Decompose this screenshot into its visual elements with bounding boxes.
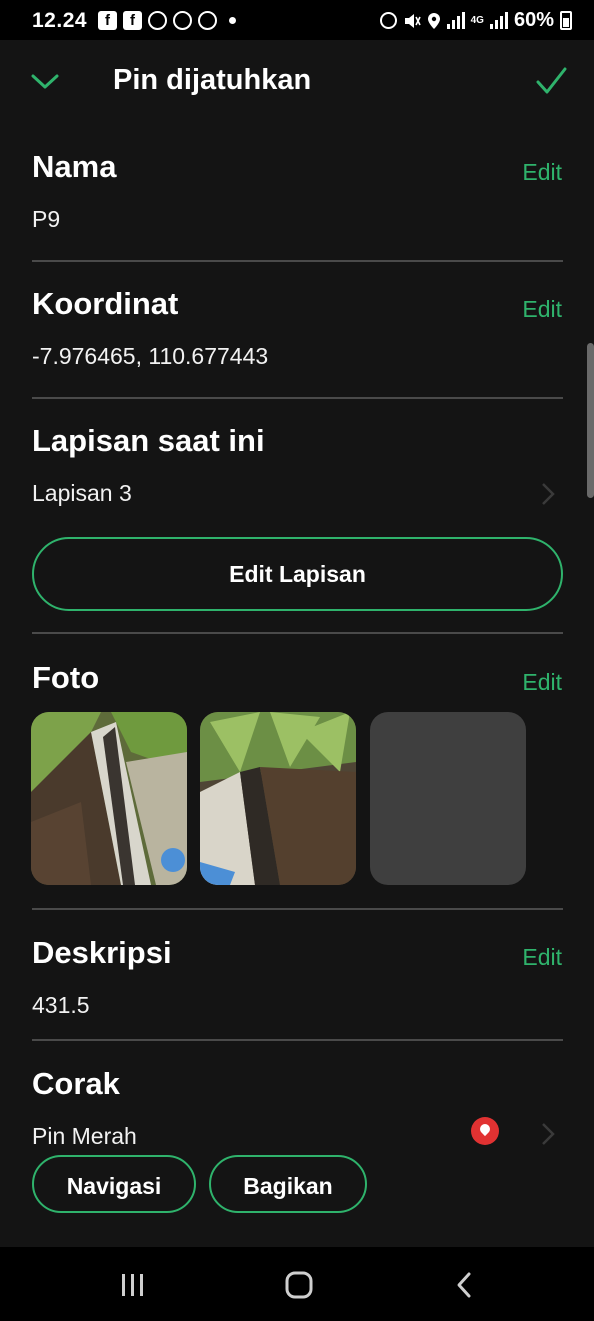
- name-edit-button[interactable]: Edit: [522, 159, 562, 186]
- signal-icon: [489, 12, 508, 29]
- photo-thumbnail[interactable]: [31, 712, 187, 885]
- chevron-down-icon[interactable]: [30, 66, 60, 96]
- back-icon[interactable]: [446, 1271, 482, 1299]
- facebook-icon: f: [98, 11, 117, 30]
- status-bar: 12.24 f f 4G 60%: [0, 0, 594, 40]
- location-icon: [427, 12, 440, 29]
- photo-image: [31, 712, 187, 885]
- coordinate-value: -7.976465, 110.677443: [32, 343, 269, 369]
- edit-layer-button[interactable]: Edit Lapisan: [32, 537, 563, 611]
- signal-icon: [446, 12, 465, 29]
- header: Pin dijatuhkan: [0, 40, 594, 126]
- navigate-button[interactable]: Navigasi: [32, 1155, 196, 1213]
- signal-4g-label: 4G: [470, 15, 484, 26]
- battery-icon: [560, 11, 572, 30]
- check-icon[interactable]: [534, 64, 568, 98]
- add-photo-slot[interactable]: [370, 712, 526, 885]
- coordinate-edit-button[interactable]: Edit: [522, 296, 562, 323]
- battery-percent: 60%: [513, 9, 554, 31]
- dot-icon: [229, 17, 236, 24]
- layer-value[interactable]: Lapisan 3: [32, 480, 132, 507]
- divider: [32, 632, 563, 634]
- screen: 12.24 f f 4G 60% Pin dijatuhkan Nama Edi…: [0, 0, 594, 1321]
- name-value: P9: [32, 206, 61, 232]
- mute-icon: [404, 13, 421, 28]
- page-title: Pin dijatuhkan: [113, 64, 312, 96]
- photo-label: Foto: [32, 660, 100, 695]
- divider: [32, 260, 563, 262]
- red-pin-icon: [471, 1117, 499, 1145]
- style-label: Corak: [32, 1066, 120, 1101]
- description-value: 431.5: [32, 992, 90, 1018]
- scrollbar[interactable]: [587, 343, 594, 498]
- photo-image: [200, 712, 356, 885]
- facebook-icon: f: [123, 11, 142, 30]
- status-time: 12.24: [32, 9, 88, 32]
- divider: [32, 1039, 563, 1041]
- description-edit-button[interactable]: Edit: [522, 944, 562, 971]
- notification-icons: f f: [98, 11, 236, 30]
- whatsapp-icon: [148, 11, 167, 30]
- photo-edit-button[interactable]: Edit: [522, 669, 562, 696]
- divider: [32, 908, 563, 910]
- app-icon: [198, 11, 217, 30]
- coordinate-label: Koordinat: [32, 286, 179, 321]
- chevron-right-icon[interactable]: [541, 482, 555, 506]
- share-button[interactable]: Bagikan: [209, 1155, 367, 1213]
- divider: [32, 397, 563, 399]
- description-label: Deskripsi: [32, 935, 172, 970]
- recent-apps-icon[interactable]: [115, 1271, 151, 1299]
- status-icons: 4G 60%: [379, 9, 572, 32]
- photo-thumbnail[interactable]: [200, 712, 356, 885]
- alarm-icon: [379, 12, 397, 29]
- name-label: Nama: [32, 149, 117, 184]
- chevron-right-icon[interactable]: [541, 1122, 555, 1146]
- layer-label: Lapisan saat ini: [32, 423, 265, 458]
- system-nav-bar: [0, 1247, 594, 1321]
- app-icon: [173, 11, 192, 30]
- home-icon[interactable]: [280, 1271, 316, 1299]
- action-bar: Navigasi Bagikan: [0, 1145, 594, 1247]
